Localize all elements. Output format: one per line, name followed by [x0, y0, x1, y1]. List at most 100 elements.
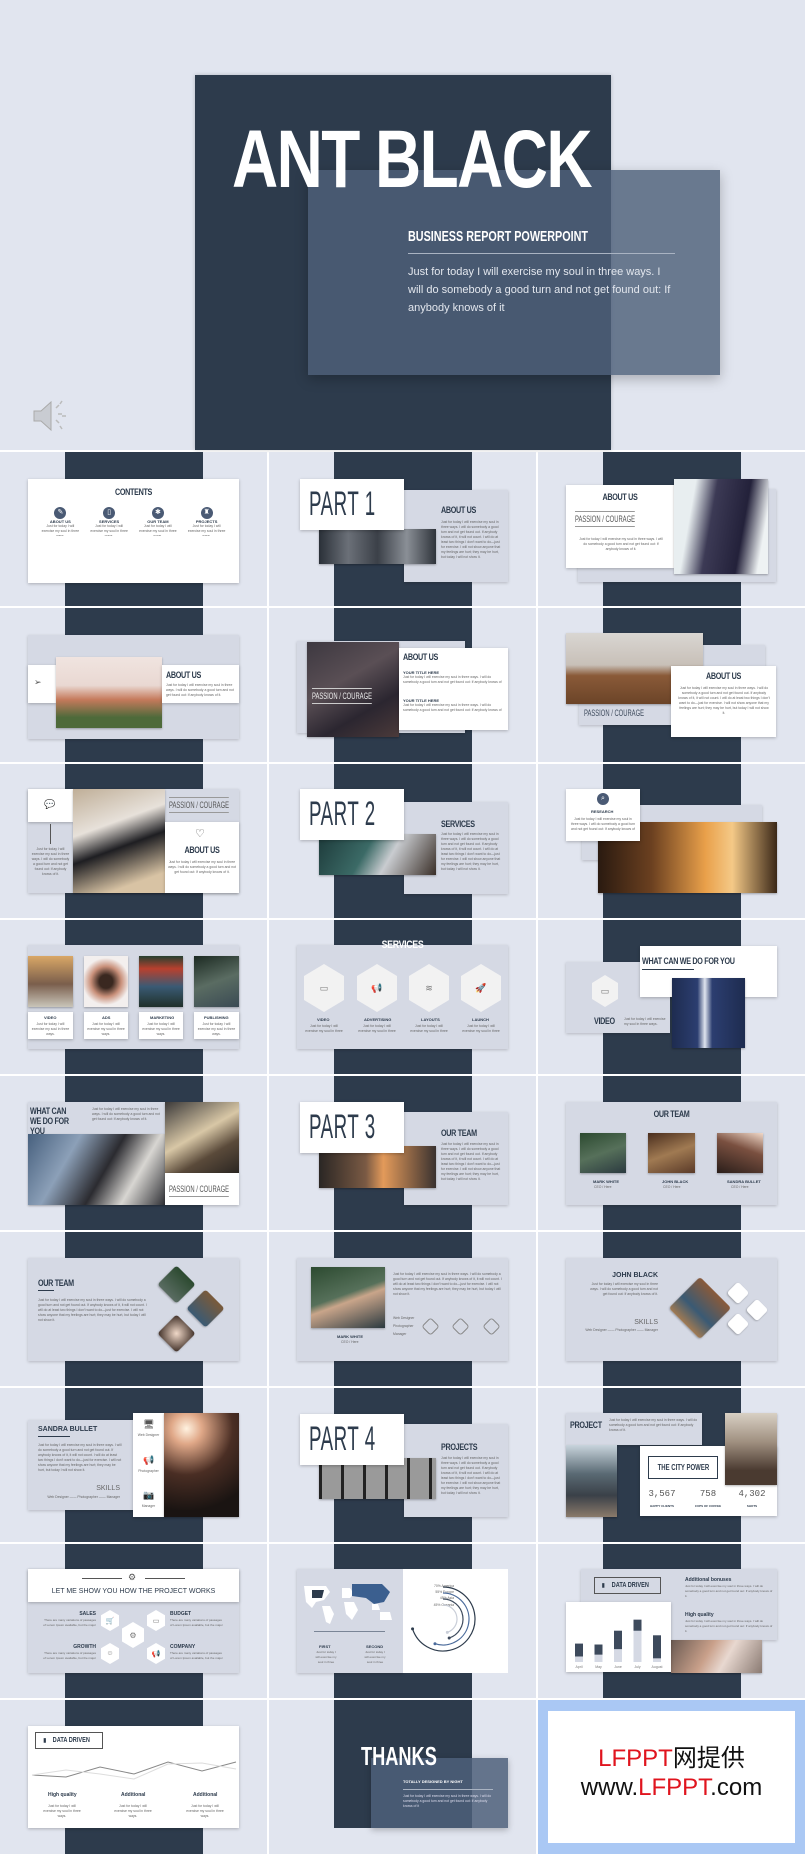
world-map	[304, 1584, 392, 1624]
arc-3	[442, 1604, 458, 1633]
document-icon: ▯	[103, 507, 116, 519]
search-icon: ⌕	[597, 793, 609, 805]
arc-end-0	[411, 1627, 415, 1631]
bar-dark-August	[653, 1635, 661, 1659]
part-label: PART 2	[309, 795, 376, 833]
bar-dark-May	[594, 1644, 603, 1655]
contents-item: ▯ SERVICES Just for today I will exercise …	[90, 507, 128, 536]
arc-0	[411, 1586, 476, 1652]
data-driven-badge: ▮ DATA DRIVEN	[35, 1732, 103, 1749]
slide-thumb-about-us-2[interactable]: ➢ ABOUT US Just for today I will exercis…	[0, 608, 267, 762]
camera-lens-photo	[84, 956, 128, 1007]
slide-thumb-data-driven[interactable]: ▮ DATA DRIVEN Additional bonuses Just for…	[538, 1544, 805, 1698]
slide-thumb-about-us[interactable]: ABOUT US PASSION / COURAGE Just for toda…	[538, 452, 805, 606]
part-label: PART 3	[309, 1108, 376, 1146]
bridge-photo	[566, 1445, 617, 1517]
part-label: PART 1	[309, 485, 376, 523]
slide-thumb-research[interactable]: ⌕ RESEARCH Just for today I will exercis…	[538, 764, 805, 918]
slide-thumb-services-hex[interactable]: SERVICES ▭ 📢 ≋ 🚀 VIDEO ADVERTISING LAYOU…	[269, 920, 536, 1074]
writing-photo	[28, 1134, 165, 1205]
line-chart	[31, 1761, 237, 1780]
bar-dark-June	[614, 1630, 622, 1650]
chat-bubbles-icon: 💬	[44, 799, 56, 809]
slide-thumb-john-black[interactable]: JOHN BLACK Just for today I will exercis…	[538, 1232, 805, 1386]
slide-thumb-project-works[interactable]: ⚙ LET ME SHOW YOU HOW THE PROJECT WORKS …	[0, 1544, 267, 1698]
slide-thumb-mark-white[interactable]: MARK WHITE CEO / Here Just for today I w…	[269, 1232, 536, 1386]
lfppt-watermark: LFPPT网提供 www.LFPPT.com	[538, 1700, 805, 1854]
portrait-sandra-bullet	[164, 1413, 239, 1517]
notebook-photo	[165, 1102, 239, 1173]
lfppt-logo-line1: LFPPT网提供	[598, 1745, 745, 1772]
slide-thumb-world-map[interactable]: FIRST SECOND Just for today I will exerc…	[269, 1544, 536, 1698]
slide-thumb-part-1[interactable]: PART 1 ABOUT US Just for today I will ex…	[269, 452, 536, 606]
slide-thumb-part-3[interactable]: PART 3 OUR TEAM Just for today I will ex…	[269, 1076, 536, 1230]
speaker-icon[interactable]	[32, 398, 72, 434]
hero-body: Just for today I will exercise my soul i…	[408, 266, 671, 314]
slide-thumb-what-can-we-do-2[interactable]: WHAT CAN WE DO FOR YOU Just for today I …	[0, 1076, 267, 1230]
hero-divider	[408, 253, 675, 254]
slide-thumb-part-2[interactable]: PART 2 SERVICES Just for today I will ex…	[269, 764, 536, 918]
part-label: PART 4	[309, 1420, 376, 1458]
slide-thumb-what-can-we-do[interactable]: ▭ VIDEO Just for today I will exercise m…	[538, 920, 805, 1074]
title-slide: ANT BLACK BUSINESS REPORT POWERPOINT Jus…	[0, 0, 805, 450]
slide-title: ABOUT US	[441, 505, 477, 515]
slide-thumb-services-photos[interactable]: VIDEO ADS MARKETING PUBLISHING Just for …	[0, 920, 267, 1074]
slide-thumb-thanks[interactable]: THANKS TOTALLY DESIGNED BY NIGHT Just fo…	[269, 1700, 536, 1854]
megaphone-icon: 📢	[143, 1455, 155, 1465]
slide-thumb-contents[interactable]: CONTENTS ✎ ABOUT US Just for today I will …	[0, 452, 267, 606]
slide-thumb-about-us-4[interactable]: PASSION / COURAGE ABOUT US Just for toda…	[538, 608, 805, 762]
bar-chart-icon: ▮	[601, 1583, 605, 1589]
suit-man-photo	[674, 479, 768, 574]
paper-plane-icon: ➢	[34, 677, 42, 687]
arc-end-2	[447, 1636, 451, 1640]
sunglasses-photo	[319, 834, 436, 875]
city-power-banner: THE CITY POWER	[648, 1456, 718, 1479]
portrait-mark-white	[311, 1267, 385, 1328]
contents-item: ♜ PROJECTS Just for today I will exercise …	[187, 507, 226, 536]
bar-label: April	[575, 1665, 582, 1669]
crowd-photo	[319, 529, 436, 564]
slide-title: CONTENTS	[114, 487, 153, 497]
photographer-photo	[139, 956, 183, 1007]
suit-tie-photo	[672, 978, 745, 1048]
arc-end-3	[445, 1630, 449, 1634]
bar-dark-July	[633, 1619, 642, 1631]
team-icon: ✱	[151, 507, 164, 519]
phone-hand-photo	[671, 1640, 762, 1673]
slide-thumb-our-team[interactable]: OUR TEAM MARK WHITE JOHN BLACK SANDRA BU…	[538, 1076, 805, 1230]
bar-label: August	[652, 1665, 663, 1669]
gear-icon: ⚙	[128, 1572, 137, 1582]
bar-label: May	[595, 1665, 602, 1669]
contents-item: ✎ ABOUT US Just for today I will exercise …	[41, 507, 80, 536]
phone-notebook-photo	[73, 789, 165, 893]
shirt-icon: ♜	[200, 507, 213, 519]
slide-thumb-about-us-5[interactable]: 💬 Just for today I will exercise my soul…	[0, 764, 267, 918]
bar-label: July	[634, 1665, 640, 1669]
slide-thumb-sandra-bullet[interactable]: SANDRA BULLET Just for today I will exer…	[0, 1388, 267, 1542]
portrait-mark-white	[580, 1133, 626, 1173]
man-city-photo	[56, 657, 162, 728]
contents-item: ✱ OUR TEAM Just for today I will exercise …	[139, 507, 177, 536]
slide-thumb-about-us-3[interactable]: PASSION / COURAGE ABOUT US YOUR TITLE HE…	[269, 608, 536, 762]
portrait-sandra-bullet	[717, 1133, 763, 1173]
sunset-woman-photo	[28, 956, 73, 1007]
arc-progress-chart	[411, 1586, 476, 1652]
arc-end-1	[433, 1642, 437, 1646]
portrait-john-black	[648, 1133, 695, 1173]
monitor-icon: 🖥	[143, 1419, 155, 1429]
slide-thumb-project[interactable]: PROJECT Just for today I will exercise m…	[538, 1388, 805, 1542]
camera-icon: 📷	[143, 1490, 155, 1500]
slide-thumb-part-4[interactable]: PART 4 PROJECTS Just for today I will ex…	[269, 1388, 536, 1542]
bar-dark-April	[575, 1643, 583, 1657]
slide-thumb-data-driven-2[interactable]: ▮ DATA DRIVEN High quality Additional Add…	[0, 1700, 267, 1854]
heart-icon: ♡	[195, 828, 205, 840]
lfppt-logo-line2: www.LFPPT.com	[580, 1774, 763, 1801]
hero-subtitle: BUSINESS REPORT POWERPOINT	[408, 228, 589, 245]
bearded-man-photo	[194, 956, 239, 1007]
data-driven-badge: ▮ DATA DRIVEN	[594, 1577, 661, 1594]
slide-thumb-our-team-diamonds[interactable]: OUR TEAM Just for today I will exercise …	[0, 1232, 267, 1386]
bar-chart-icon: ▮	[43, 1738, 47, 1744]
skyline-photo	[725, 1413, 777, 1485]
pencil-icon: ✎	[54, 507, 67, 519]
bar-chart: April May June July August	[575, 1619, 663, 1669]
